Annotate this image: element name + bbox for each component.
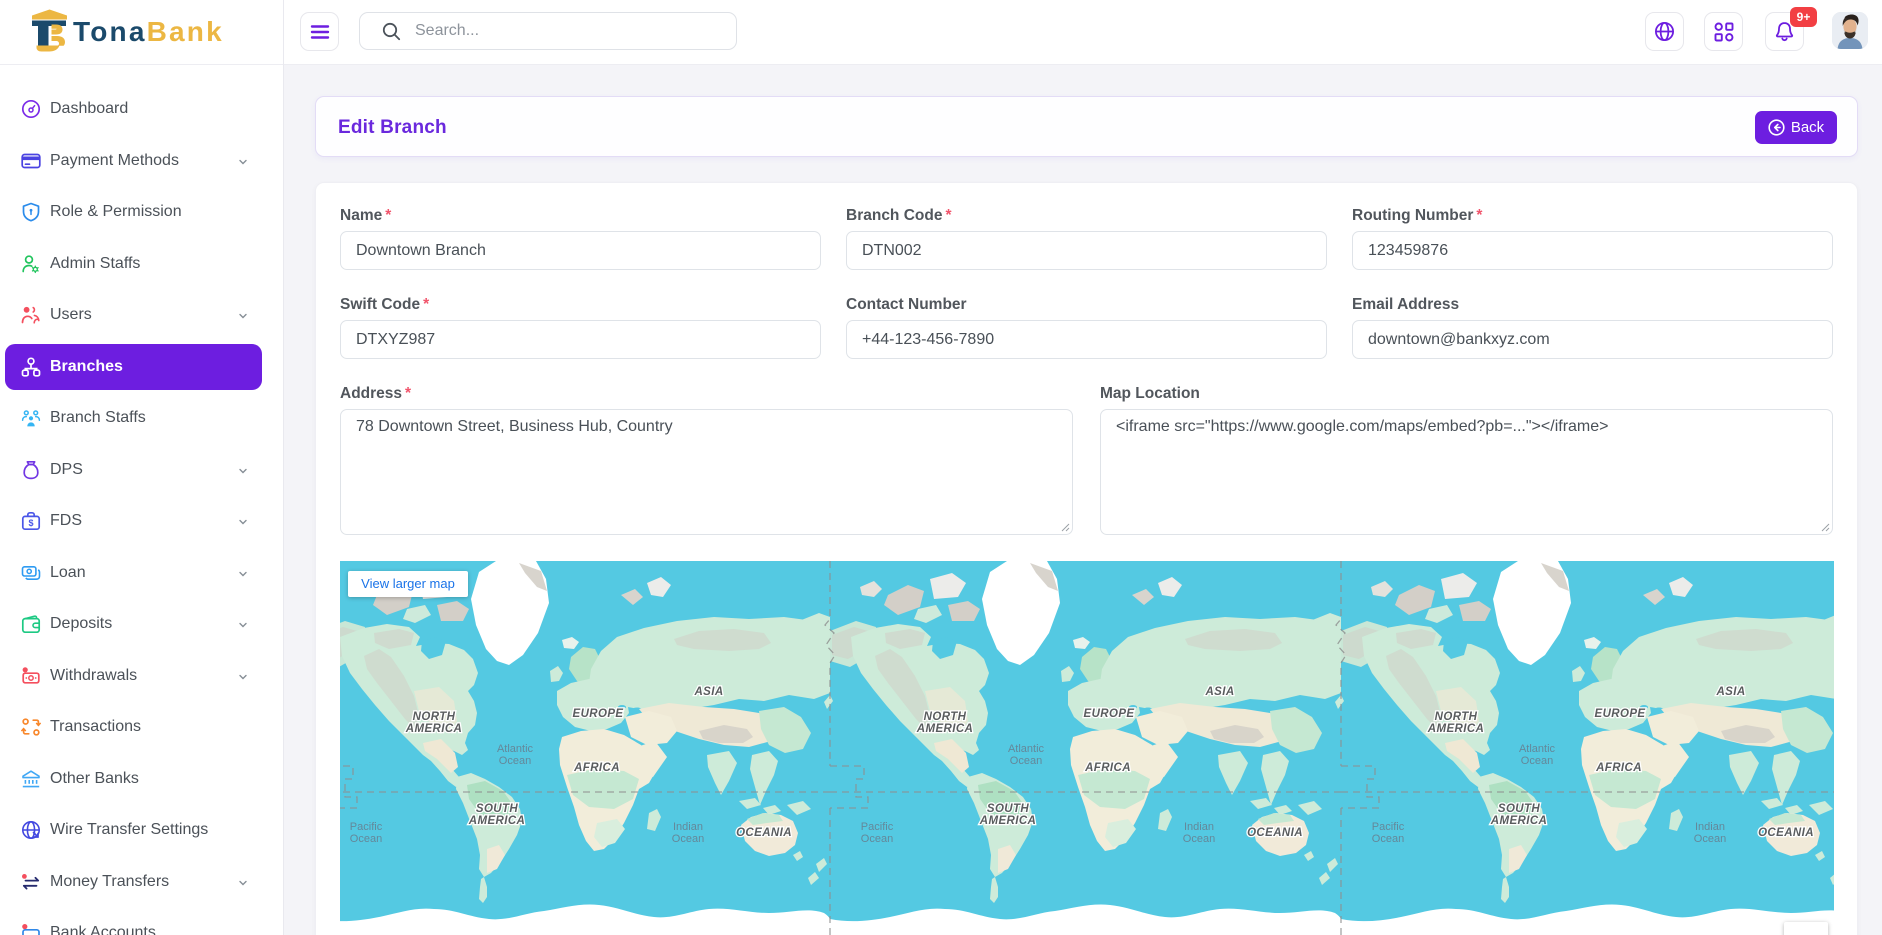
svg-text:$: $ — [28, 518, 33, 528]
